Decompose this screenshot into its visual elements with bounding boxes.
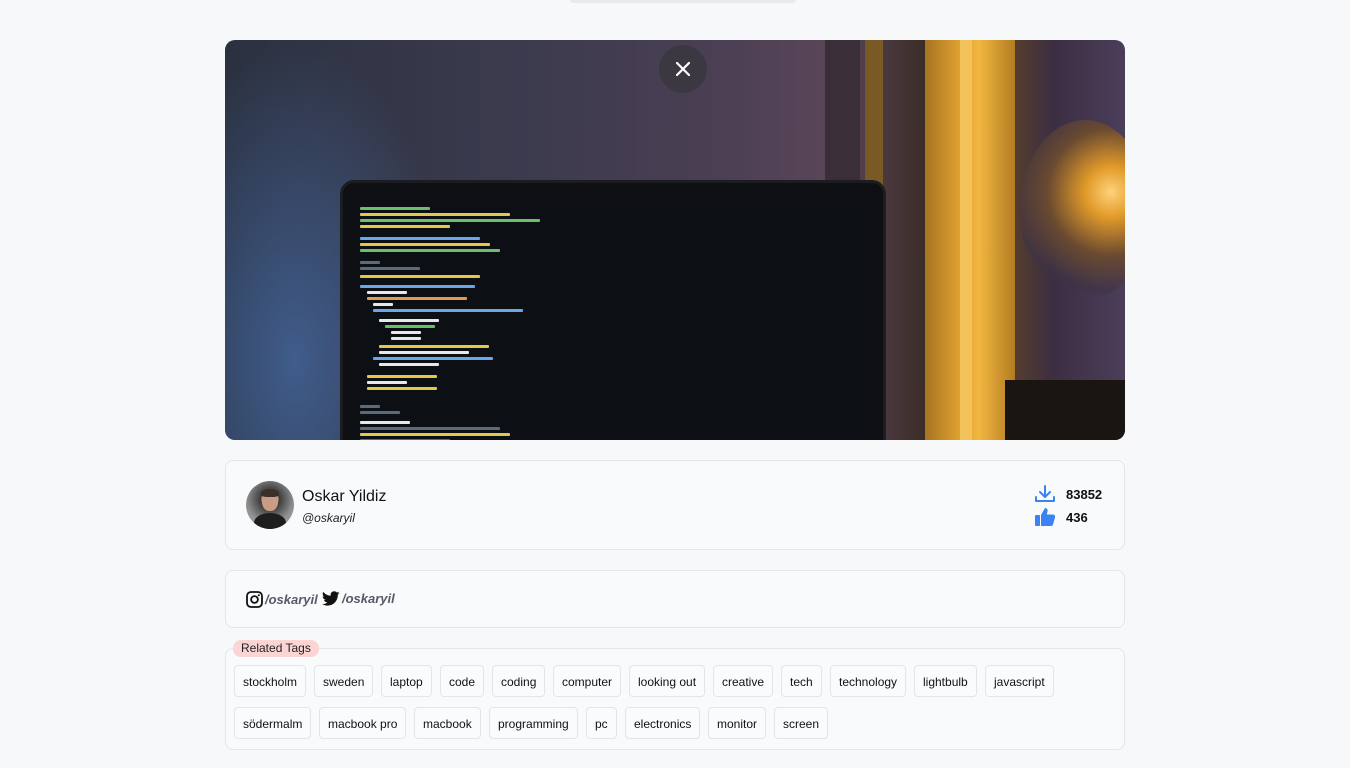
- instagram-icon: [246, 591, 263, 608]
- tag-chip[interactable]: laptop: [381, 665, 432, 697]
- likes-count: 436: [1066, 509, 1088, 525]
- lightbulb: [1020, 120, 1125, 300]
- author-handle[interactable]: @oskaryil: [302, 511, 355, 525]
- tag-chip[interactable]: screen: [774, 707, 829, 739]
- downloads-count: 83852: [1066, 486, 1103, 502]
- laptop-screen: [355, 195, 871, 440]
- top-bar-shadow: [570, 0, 796, 3]
- photo-preview: [225, 40, 1125, 440]
- twitter-link[interactable]: /oskaryil: [322, 591, 395, 606]
- social-card: /oskaryil /oskaryil: [225, 570, 1125, 628]
- tag-chip[interactable]: technology: [830, 665, 907, 697]
- tag-chip[interactable]: electronics: [625, 707, 701, 739]
- tag-chip[interactable]: coding: [492, 665, 546, 697]
- tag-chip[interactable]: sweden: [314, 665, 374, 697]
- twitter-handle[interactable]: /oskaryil: [342, 591, 395, 606]
- tag-chip[interactable]: monitor: [708, 707, 767, 739]
- author-name[interactable]: Oskar Yildiz: [302, 488, 386, 506]
- download-icon: [1035, 485, 1055, 502]
- instagram-link[interactable]: /oskaryil: [246, 591, 318, 608]
- tag-chip[interactable]: tech: [781, 665, 822, 697]
- tag-chip[interactable]: lightbulb: [914, 665, 977, 697]
- tag-chip[interactable]: södermalm: [234, 707, 312, 739]
- likes-stat: 436: [1034, 507, 1088, 527]
- tag-chip[interactable]: looking out: [629, 665, 706, 697]
- tag-chip[interactable]: macbook: [414, 707, 481, 739]
- related-tags-label: Related Tags: [233, 640, 319, 657]
- window-frame-lit: [960, 40, 972, 440]
- tag-chip[interactable]: computer: [553, 665, 622, 697]
- tag-chip[interactable]: programming: [489, 707, 578, 739]
- laptop: [340, 180, 886, 440]
- tag-chip[interactable]: macbook pro: [319, 707, 407, 739]
- twitter-icon: [322, 591, 340, 606]
- thumbs-up-icon: [1035, 508, 1056, 526]
- author-card: Oskar Yildiz @oskaryil 83852 436: [225, 460, 1125, 550]
- tag-chip[interactable]: code: [440, 665, 485, 697]
- tag-chip[interactable]: pc: [586, 707, 617, 739]
- tag-chip[interactable]: stockholm: [234, 665, 307, 697]
- tag-chip[interactable]: creative: [713, 665, 774, 697]
- close-icon: [675, 61, 691, 77]
- downloads-stat: 83852: [1034, 485, 1102, 503]
- close-button[interactable]: [659, 45, 707, 93]
- tag-chip[interactable]: javascript: [985, 665, 1054, 697]
- avatar[interactable]: [246, 481, 294, 529]
- lightbulb-base: [1005, 380, 1125, 440]
- instagram-handle[interactable]: /oskaryil: [265, 592, 318, 607]
